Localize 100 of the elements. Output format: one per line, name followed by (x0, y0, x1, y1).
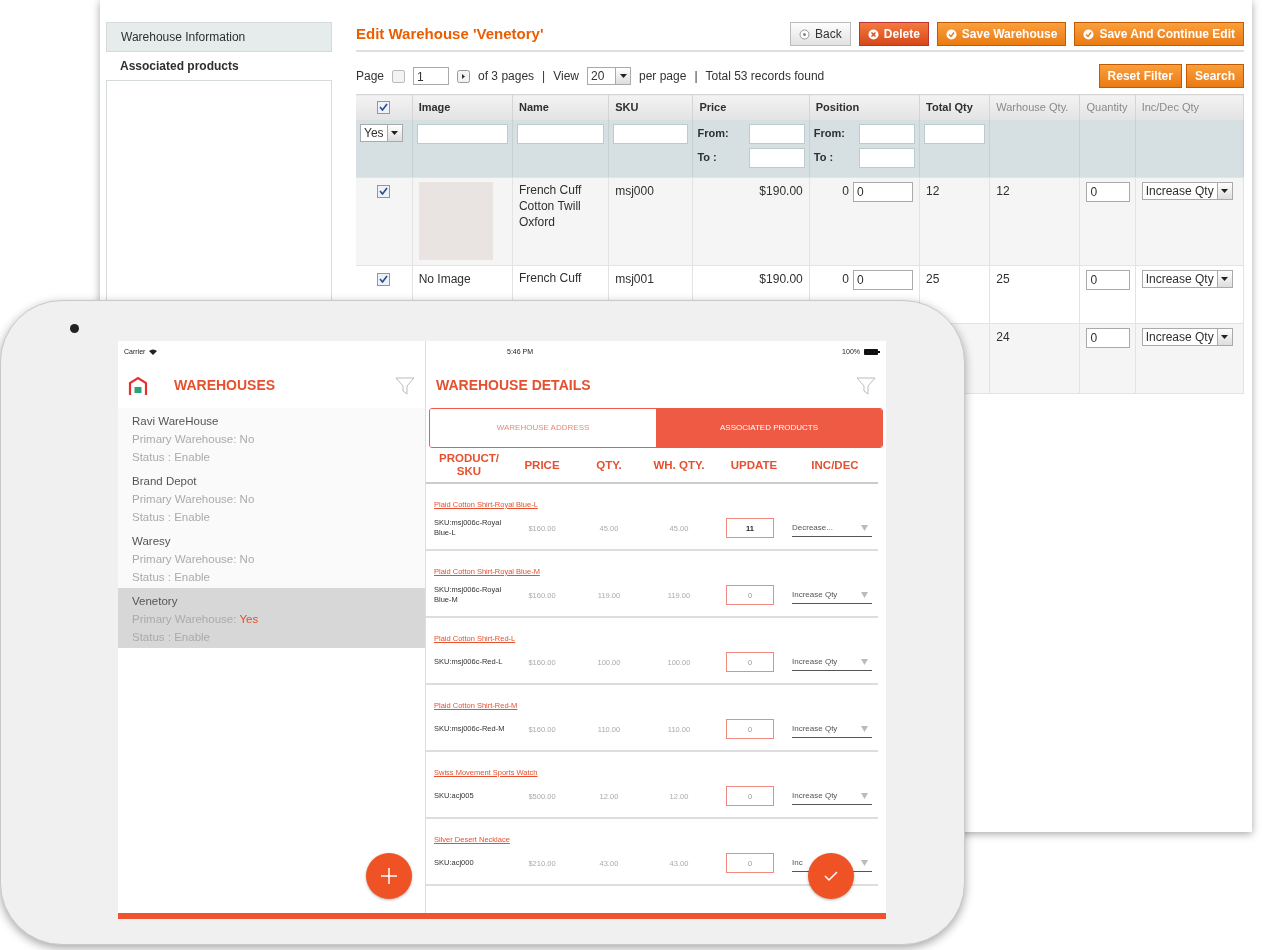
caret-icon (1221, 335, 1229, 339)
caret-icon (1221, 277, 1229, 281)
dropdown-arrow-icon (861, 659, 868, 666)
primary-line: Primary Warehouse: No (132, 432, 256, 447)
qty-action-select[interactable]: Increase Qty (1141, 328, 1233, 346)
check-icon (379, 103, 389, 111)
column-header[interactable]: Name (518, 101, 549, 113)
filter-field[interactable] (748, 123, 805, 144)
status-line: Status : Enable (132, 510, 211, 525)
page-title: Edit Warehouse 'Venetory' (356, 23, 544, 44)
price-cell: $190.00 (759, 184, 803, 198)
total-qty-cell: 25 (926, 272, 940, 286)
action-dropdown[interactable]: Inc (792, 857, 803, 870)
add-button[interactable] (366, 853, 412, 899)
quantity-field[interactable]: 0 (1086, 270, 1131, 290)
action-dropdown[interactable]: Decrease... (792, 522, 833, 535)
caret-icon (619, 74, 627, 78)
total-qty-cell: 12 (926, 184, 940, 198)
warehouse-name: Brand Depot (132, 474, 198, 489)
image-cell: No Image (418, 272, 471, 286)
checkbox[interactable] (377, 184, 391, 198)
column-header[interactable]: SKU (615, 101, 639, 113)
warehouse-name: Waresy (132, 534, 172, 549)
column-header[interactable]: Position (815, 101, 860, 113)
filter-field[interactable] (416, 123, 508, 144)
warehouse-qty-cell: 24 (996, 330, 1010, 344)
qty-action-select[interactable]: Increase Qty (1141, 270, 1233, 288)
price-cell: $190.00 (759, 272, 803, 286)
qty-action-select[interactable]: Increase Qty (1141, 182, 1233, 200)
back-button[interactable]: Back (790, 22, 851, 46)
action-dropdown[interactable]: Increase Qty (792, 589, 838, 602)
check-icon (945, 28, 957, 40)
confirm-button[interactable] (808, 853, 854, 899)
per-page-select[interactable]: 20 (587, 67, 631, 85)
previous-page-button[interactable] (392, 69, 406, 83)
quantity-field[interactable]: 0 (1086, 182, 1131, 202)
panel-title: WAREHOUSE DETAILS (436, 376, 591, 395)
checkbox[interactable] (377, 100, 391, 114)
checkbox[interactable] (377, 272, 391, 286)
separator: | (542, 68, 546, 85)
filter-field[interactable] (859, 147, 916, 168)
column-header: UPDATE (729, 458, 779, 472)
filter-icon[interactable] (856, 375, 876, 396)
wifi-icon (149, 349, 158, 355)
sidebar-tab[interactable]: Warehouse Information (106, 22, 332, 52)
position-cell-text: 0 (842, 183, 850, 200)
column-header: Warhouse Qty. (996, 101, 1069, 113)
filter-field[interactable] (748, 147, 805, 168)
primary-line: Primary Warehouse: No (132, 492, 256, 507)
warehouse-logo-icon (128, 375, 148, 396)
product-name: French Cuff Cotton Twill Oxford (518, 183, 582, 229)
sku-cell: msj000 (615, 184, 654, 198)
warehouse-list-item[interactable]: Waresy Primary Warehouse: No Status : Enable (118, 528, 425, 588)
plus-icon (380, 867, 398, 885)
sku-cell: msj001 (615, 272, 654, 286)
warehouse-list-item[interactable]: Ravi WareHouse Primary Warehouse: No Status : Enable (118, 408, 425, 468)
warehouse-list-item[interactable]: Brand Depot Primary Warehouse: No Status : Enable (118, 468, 425, 528)
column-header: Inc/Dec Qty (1141, 101, 1200, 113)
dropdown-arrow-icon (861, 592, 868, 599)
position-field[interactable]: 0 (853, 182, 914, 202)
action-dropdown[interactable]: Increase Qty (792, 790, 838, 803)
position-field[interactable]: 0 (853, 270, 914, 290)
filter-icon[interactable] (395, 375, 415, 396)
next-page-icon[interactable] (457, 69, 471, 83)
filter-field[interactable] (613, 123, 689, 144)
pager-label: per page (639, 68, 687, 85)
page-field[interactable]: 1 (413, 67, 450, 85)
column-header[interactable]: Image (418, 101, 451, 113)
action-dropdown[interactable]: Increase Qty (792, 656, 838, 669)
caret-icon (1221, 189, 1229, 193)
warehouse-qty-cell: 25 (996, 272, 1010, 286)
filter-field[interactable] (859, 123, 916, 144)
status-line: Status : Enable (132, 450, 211, 465)
check-icon (823, 870, 839, 882)
filter-label: From: (697, 126, 729, 142)
column-header[interactable]: Price (699, 101, 727, 113)
in-products-select[interactable]: Yes (360, 123, 403, 142)
filter-label: From: (813, 126, 845, 142)
pager-label: View (553, 68, 579, 85)
caret-icon (391, 130, 399, 135)
quantity-field[interactable]: 0 (1086, 328, 1131, 348)
warehouse-qty-cell: 12 (996, 184, 1010, 198)
check-icon (379, 275, 389, 283)
battery-icon (864, 349, 880, 355)
check-icon (1083, 28, 1095, 40)
filter-field[interactable] (924, 123, 986, 144)
close-icon (867, 28, 879, 40)
product-name: French Cuff (518, 271, 582, 285)
filter-label: To : (813, 150, 834, 166)
pager-label: Total 53 records found (705, 68, 825, 85)
action-dropdown[interactable]: Increase Qty (792, 723, 838, 736)
filter-field[interactable] (516, 123, 605, 144)
column-header: PRICE (523, 458, 561, 472)
filter-label: To : (697, 150, 717, 166)
pager-label: of 3 pages (478, 68, 535, 85)
column-header: PRODUCT/ SKU (437, 452, 501, 478)
dropdown-arrow-icon (861, 525, 868, 532)
pager-label: Page (356, 68, 385, 85)
status-line: Status : Enable (132, 570, 211, 585)
check-icon (379, 187, 389, 195)
